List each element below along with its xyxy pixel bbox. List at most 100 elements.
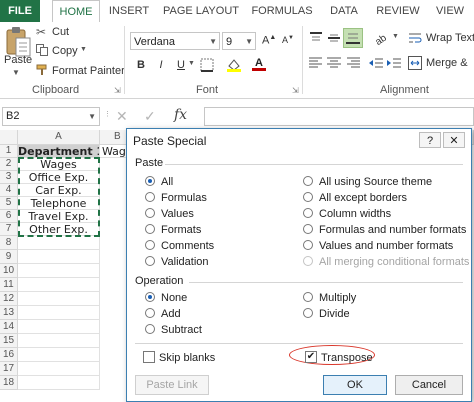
paste-button-label[interactable]: Paste [4,54,32,66]
borders-icon[interactable] [200,58,214,72]
close-button[interactable]: ✕ [443,132,465,148]
tab-data[interactable]: DATA [324,0,364,22]
cell-a7[interactable]: Other Exp. [18,223,100,236]
cell-a1[interactable]: Department 1 [18,145,100,158]
cell[interactable] [18,306,100,320]
cell[interactable] [18,376,100,390]
cancel-button[interactable]: Cancel [395,375,463,395]
row-header[interactable]: 3 [0,171,18,184]
italic-button[interactable]: I [154,58,168,72]
paste-option-formulas-number-formats[interactable]: Formulas and number formats [303,223,467,237]
copy-button[interactable]: Copy [52,45,78,57]
row-header[interactable]: 2 [0,158,18,171]
cell[interactable] [18,250,100,264]
cell-a4[interactable]: Car Exp. [18,184,100,197]
row-header[interactable]: 16 [0,348,18,362]
cut-icon[interactable]: ✂ [36,25,50,39]
decrease-font-icon[interactable]: A▼ [282,35,294,45]
skip-blanks-checkbox[interactable]: Skip blanks [143,351,243,365]
tab-file[interactable]: FILE [0,0,40,22]
insert-function-icon[interactable]: fx [174,107,187,123]
underline-button[interactable]: U [174,58,188,72]
paste-option-except-borders[interactable]: All except borders [303,191,467,205]
wrap-text-icon[interactable] [408,31,422,45]
ok-button[interactable]: OK [323,375,387,395]
row-header[interactable]: 15 [0,334,18,348]
cell[interactable] [18,278,100,292]
column-header-a[interactable]: A [18,130,100,145]
cell-a6[interactable]: Travel Exp. [18,210,100,223]
cell-a3[interactable]: Office Exp. [18,171,100,184]
row-header[interactable]: 5 [0,197,18,210]
row-header[interactable]: 1 [0,145,18,158]
align-center-icon[interactable] [326,56,342,70]
font-launcher-icon[interactable]: ⇲ [292,86,299,95]
underline-dropdown-icon[interactable]: ▼ [188,60,195,67]
operation-none[interactable]: None [145,291,285,305]
increase-indent-icon[interactable] [386,56,402,70]
orientation-dropdown-icon[interactable]: ▼ [392,33,399,40]
cell-a5[interactable]: Telephone [18,197,100,210]
merge-icon[interactable] [408,56,422,70]
paste-option-values-number-formats[interactable]: Values and number formats [303,239,467,253]
cut-button[interactable]: Cut [52,26,69,38]
paste-option-values[interactable]: Values [145,207,285,221]
paste-option-all[interactable]: All [145,175,285,189]
cell[interactable] [18,334,100,348]
paste-option-validation[interactable]: Validation [145,255,285,269]
align-right-icon[interactable] [345,56,361,70]
format-painter-button[interactable]: Format Painter [52,65,125,77]
bold-button[interactable]: B [134,58,148,72]
clipboard-launcher-icon[interactable]: ⇲ [114,86,121,95]
align-left-icon[interactable] [308,56,324,70]
tab-review[interactable]: REVIEW [372,0,424,22]
name-box[interactable]: B2 ▼ [2,107,100,126]
copy-icon[interactable] [36,44,48,56]
font-name-combo[interactable]: Verdana ▼ [130,32,220,50]
align-top-icon[interactable] [308,30,324,46]
operation-subtract[interactable]: Subtract [145,323,285,337]
cell[interactable] [18,264,100,278]
row-header[interactable]: 13 [0,306,18,320]
row-header[interactable]: 18 [0,376,18,390]
wrap-text-button[interactable]: Wrap Text [426,32,474,44]
paste-option-column-widths[interactable]: Column widths [303,207,467,221]
orientation-icon[interactable]: ab [372,30,389,48]
formula-input[interactable] [204,107,474,126]
paste-option-formats[interactable]: Formats [145,223,285,237]
tab-page-layout[interactable]: PAGE LAYOUT [162,0,240,22]
row-header[interactable]: 11 [0,278,18,292]
format-painter-icon[interactable] [36,64,48,76]
increase-font-icon[interactable]: A▲ [262,34,276,47]
paste-option-comments[interactable]: Comments [145,239,285,253]
cell[interactable] [18,236,100,250]
operation-add[interactable]: Add [145,307,285,321]
row-header[interactable]: 6 [0,210,18,223]
tab-formulas[interactable]: FORMULAS [250,0,314,22]
tab-view[interactable]: VIEW [430,0,470,22]
tab-insert[interactable]: INSERT [104,0,154,22]
cell[interactable] [18,348,100,362]
paste-option-source-theme[interactable]: All using Source theme [303,175,467,189]
select-all-corner[interactable] [0,130,18,145]
help-button[interactable]: ? [419,132,441,148]
fill-color-icon[interactable] [226,58,242,72]
cancel-entry-icon[interactable]: ✕ [116,108,128,125]
tab-home[interactable]: HOME [52,0,100,23]
copy-dropdown-icon[interactable]: ▼ [80,46,87,53]
cell-a2[interactable]: Wages [18,158,100,171]
decrease-indent-icon[interactable] [368,56,384,70]
row-header[interactable]: 7 [0,223,18,236]
transpose-checkbox[interactable]: ✔ Transpose [305,351,385,365]
enter-check-icon[interactable]: ✓ [144,108,156,125]
operation-multiply[interactable]: Multiply [303,291,443,305]
paste-dropdown-icon[interactable]: ▼ [12,68,20,77]
cell[interactable] [18,362,100,376]
cell[interactable] [18,292,100,306]
font-color-icon[interactable]: A [252,57,266,73]
row-header[interactable]: 12 [0,292,18,306]
row-header[interactable]: 14 [0,320,18,334]
row-header[interactable]: 9 [0,250,18,264]
row-header[interactable]: 17 [0,362,18,376]
align-bottom-icon[interactable] [343,28,363,48]
